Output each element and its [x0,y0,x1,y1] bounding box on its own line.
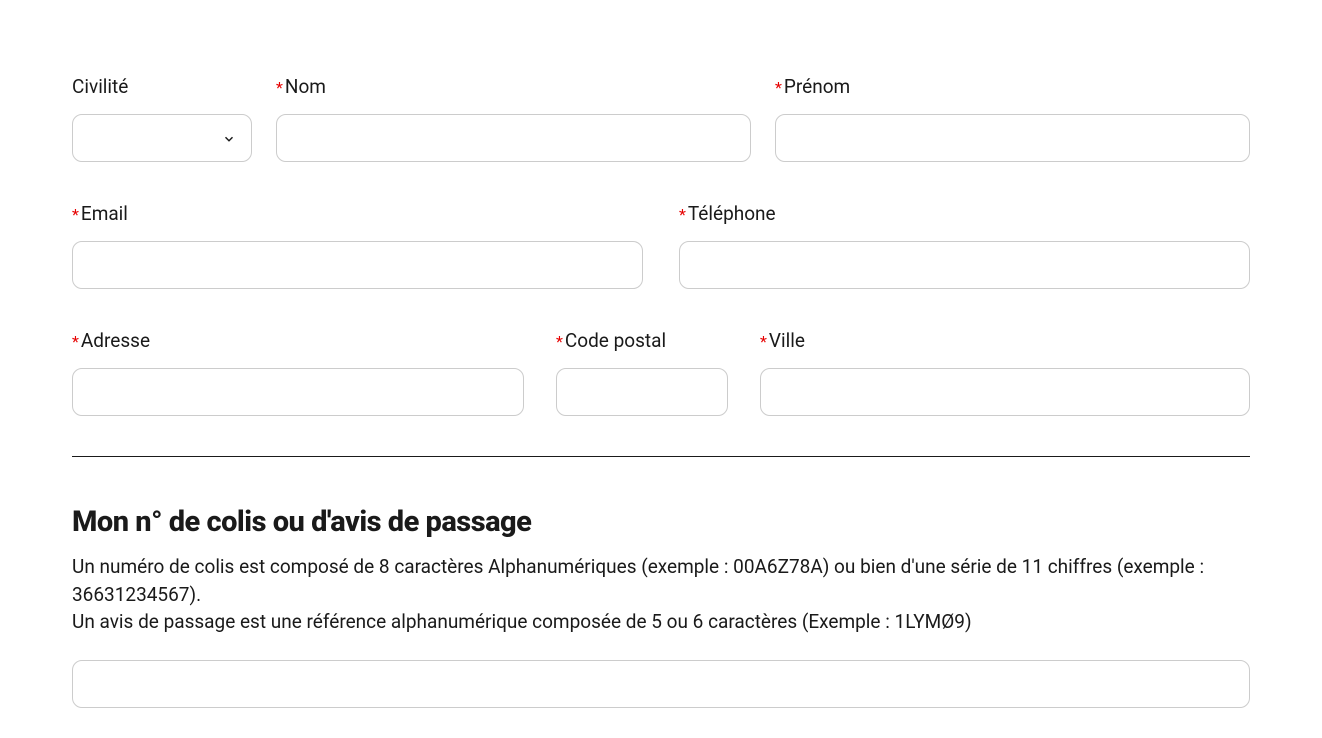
required-marker: * [679,205,686,224]
telephone-label: * Téléphone [679,202,1250,225]
telephone-label-text: Téléphone [688,202,776,225]
required-marker: * [276,78,283,97]
required-marker: * [72,205,79,224]
nom-label: * Nom [276,75,751,98]
prenom-label: * Prénom [775,75,1250,98]
form-row-1: Civilité * Nom * Prénom [72,75,1250,162]
required-marker: * [760,332,767,351]
civilite-label: Civilité [72,75,252,98]
form-group-codepostal: * Code postal [556,329,728,416]
nom-input[interactable] [276,114,751,162]
required-marker: * [556,332,563,351]
form-group-email: * Email [72,202,643,289]
form-container: Civilité * Nom * Prénom [0,0,1322,738]
codepostal-label-text: Code postal [565,329,666,352]
prenom-label-text: Prénom [784,75,850,98]
telephone-input[interactable] [679,241,1250,289]
section-title: Mon n° de colis ou d'avis de passage [72,505,1250,539]
form-group-prenom: * Prénom [775,75,1250,162]
required-marker: * [72,332,79,351]
codepostal-label: * Code postal [556,329,728,352]
form-row-3: * Adresse * Code postal * Ville [72,329,1250,416]
form-group-ville: * Ville [760,329,1250,416]
adresse-label: * Adresse [72,329,524,352]
prenom-input[interactable] [775,114,1250,162]
required-marker: * [775,78,782,97]
civilite-label-text: Civilité [72,75,128,98]
form-group-nom: * Nom [276,75,751,162]
codepostal-input[interactable] [556,368,728,416]
form-row-2: * Email * Téléphone [72,202,1250,289]
section-description: Un numéro de colis est composé de 8 cara… [72,553,1250,636]
ville-label: * Ville [760,329,1250,352]
adresse-input[interactable] [72,368,524,416]
ville-label-text: Ville [769,329,805,352]
description-line-1: Un numéro de colis est composé de 8 cara… [72,555,1204,606]
nom-label-text: Nom [285,75,326,98]
form-group-adresse: * Adresse [72,329,524,416]
form-group-telephone: * Téléphone [679,202,1250,289]
civilite-select[interactable] [72,114,252,162]
description-line-2: Un avis de passage est une référence alp… [72,610,972,633]
colis-number-input[interactable] [72,660,1250,708]
email-input[interactable] [72,241,643,289]
ville-input[interactable] [760,368,1250,416]
adresse-label-text: Adresse [81,329,150,352]
email-label-text: Email [81,202,128,225]
civilite-select-wrapper [72,114,252,162]
section-divider [72,456,1250,457]
email-label: * Email [72,202,643,225]
form-group-civilite: Civilité [72,75,252,162]
